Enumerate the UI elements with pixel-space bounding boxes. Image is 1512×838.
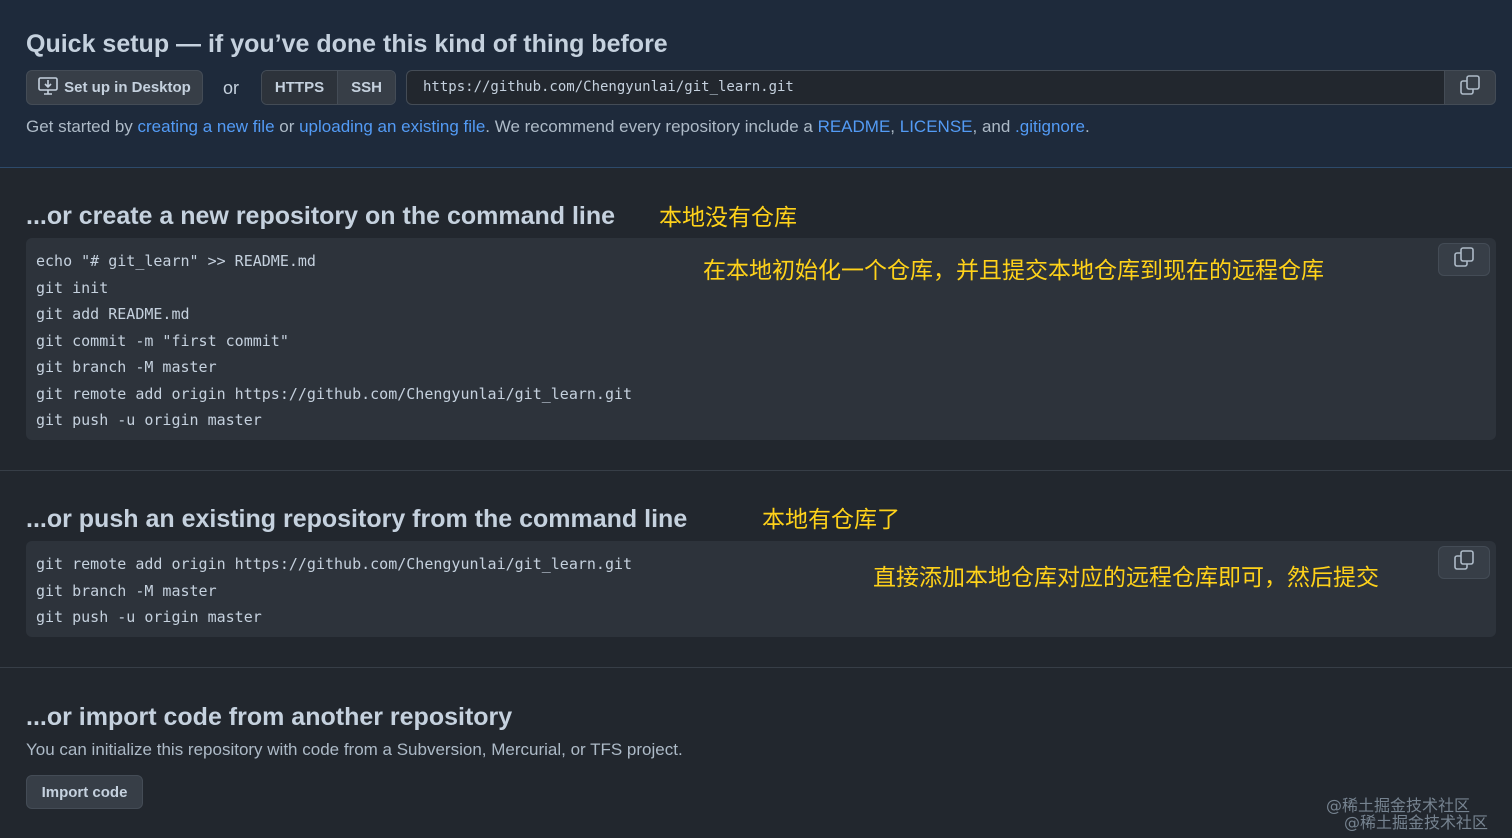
gitignore-link[interactable]: .gitignore (1015, 117, 1085, 136)
get-started-after: . We recommend every repository include … (485, 117, 818, 136)
import-repo-title: ...or import code from another repositor… (26, 703, 513, 731)
https-tab[interactable]: HTTPS (262, 71, 338, 104)
protocol-toggle: HTTPS SSH (261, 70, 396, 105)
code-line: git branch -M master (36, 358, 217, 376)
section-divider (0, 470, 1512, 471)
copy-url-button[interactable] (1444, 70, 1496, 105)
new-repo-title: ...or create a new repository on the com… (26, 202, 616, 230)
get-started-prefix: Get started by (26, 117, 138, 136)
quick-setup-title: Quick setup — if you’ve done this kind o… (26, 30, 668, 58)
push-repo-title: ...or push an existing repository from t… (26, 505, 688, 533)
import-description: You can initialize this repository with … (26, 740, 683, 759)
upload-file-link[interactable]: uploading an existing file (299, 117, 485, 136)
code-line: git commit -m "first commit" (36, 331, 289, 350)
copy-push-repo-button[interactable] (1438, 546, 1490, 579)
create-new-file-link[interactable]: creating a new file (138, 117, 275, 136)
code-line: git add README.md (36, 305, 190, 323)
setup-desktop-button[interactable]: Set up in Desktop (26, 70, 203, 105)
or-label: or (223, 78, 240, 98)
ssh-tab[interactable]: SSH (338, 71, 395, 104)
annotation-no-local-repo: 本地没有仓库 (659, 205, 797, 231)
setup-desktop-label: Set up in Desktop (64, 79, 191, 96)
and-text: , and (972, 117, 1016, 136)
section-divider (0, 667, 1512, 668)
copy-icon (1453, 246, 1475, 273)
quick-setup-panel: Quick setup — if you’ve done this kind o… (0, 0, 1512, 168)
code-line: git push -u origin master (36, 411, 262, 429)
get-started-mid: or (274, 117, 300, 136)
watermark: @稀土掘金技术社区 (1344, 813, 1489, 832)
code-line: git push -u origin master (36, 608, 262, 626)
readme-link[interactable]: README (818, 117, 891, 136)
license-link[interactable]: LICENSE (900, 117, 973, 136)
annotation-has-local-repo: 本地有仓库了 (762, 507, 900, 533)
get-started-text: Get started by creating a new file or up… (26, 117, 1090, 137)
import-code-button[interactable]: Import code (26, 775, 143, 809)
annotation-add-remote: 直接添加本地仓库对应的远程仓库即可，然后提交 (873, 565, 1379, 591)
comma-text: , (890, 117, 900, 136)
copy-new-repo-button[interactable] (1438, 243, 1490, 276)
copy-icon (1459, 74, 1481, 101)
copy-icon (1453, 549, 1475, 576)
clone-url-input[interactable]: https://github.com/Chengyunlai/git_learn… (406, 70, 1446, 105)
desktop-download-icon (38, 76, 58, 99)
annotation-init-and-push: 在本地初始化一个仓库，并且提交本地仓库到现在的远程仓库 (703, 258, 1324, 284)
code-line: git remote add origin https://github.com… (36, 384, 633, 403)
period-text: . (1084, 117, 1090, 136)
